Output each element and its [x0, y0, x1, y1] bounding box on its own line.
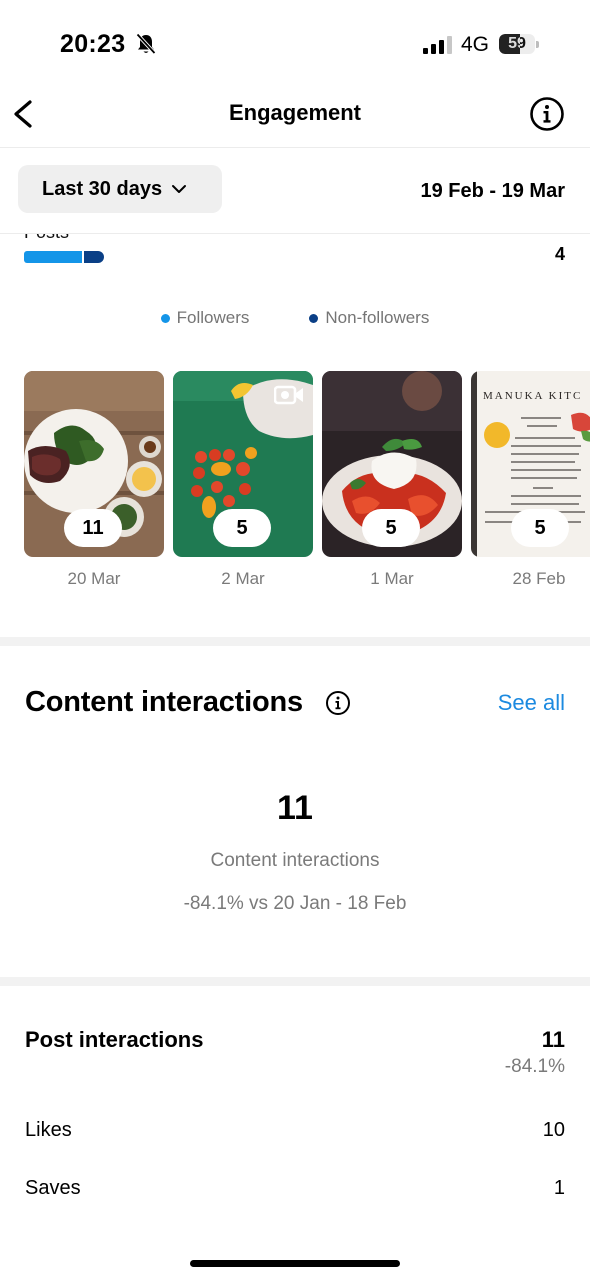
post-interactions-change: -84.1% — [504, 1056, 565, 1077]
post-date: 2 Mar — [221, 569, 265, 588]
legend-followers-label: Followers — [176, 308, 250, 327]
posts-value: 4 — [554, 244, 565, 264]
network-type: 4G — [461, 33, 490, 56]
content-interactions-title: Content interactions — [25, 686, 303, 718]
section-divider — [0, 977, 590, 986]
followers-dot-icon — [160, 313, 170, 323]
metric-row-label: Likes — [25, 1119, 72, 1141]
see-all-link[interactable]: See all — [498, 690, 565, 716]
reel-icon — [274, 385, 303, 405]
page-title: Engagement — [228, 100, 362, 125]
post-interaction-count: 11 — [64, 509, 122, 547]
date-range-text: 19 Feb - 19 Mar — [420, 180, 565, 202]
date-range-dropdown-label: Last 30 days — [42, 177, 163, 200]
content-interactions-total: 11 — [277, 789, 313, 827]
post-date: 20 Mar — [67, 569, 121, 588]
legend-non-followers-label: Non-followers — [325, 308, 430, 327]
metric-row-label: Saves — [25, 1177, 81, 1199]
cellular-signal-icon — [423, 36, 452, 54]
post-thumbnail[interactable]: 5 — [173, 371, 313, 557]
post-thumbnail[interactable]: 11 — [24, 371, 164, 557]
filter-row: Last 30 days 19 Feb - 19 Mar — [0, 148, 590, 234]
chevron-down-icon — [172, 185, 187, 193]
post-interactions-total: 11 — [541, 1027, 565, 1052]
section-divider — [0, 637, 590, 646]
status-time: 20:23 — [60, 30, 126, 58]
post-thumbnails: 11 5 5 MANUKA KITC 5 — [24, 371, 590, 557]
post-date: 1 Mar — [370, 569, 414, 588]
post-thumbnail[interactable]: MANUKA KITC 5 — [471, 371, 590, 557]
metric-row-value: 10 — [542, 1119, 565, 1141]
home-indicator[interactable] — [190, 1260, 400, 1267]
post-interaction-count: 5 — [511, 509, 569, 547]
battery-percentage: 59 — [508, 35, 526, 52]
date-range-dropdown[interactable]: Last 30 days — [18, 165, 222, 213]
post-interactions-title: Post interactions — [25, 1027, 204, 1052]
metric-row-value: 1 — [553, 1177, 565, 1199]
content-interactions-comparison: -84.1% vs 20 Jan - 18 Feb — [183, 893, 407, 914]
legend-followers: Followers — [160, 308, 250, 328]
posts-audience-bar — [24, 251, 104, 263]
bell-muted-icon — [136, 33, 156, 55]
info-icon[interactable] — [325, 690, 351, 716]
post-thumbnail[interactable]: 5 — [322, 371, 462, 557]
post-date: 28 Feb — [512, 569, 566, 588]
non-followers-dot-icon — [309, 313, 319, 323]
status-bar: 20:23 4G 59 — [0, 0, 590, 80]
svg-text:MANUKA KITC: MANUKA KITC — [483, 390, 582, 402]
followers-bar-segment — [24, 251, 83, 263]
legend-non-followers: Non-followers — [309, 308, 429, 328]
battery-icon: 59 — [499, 34, 539, 54]
info-icon[interactable] — [529, 96, 565, 132]
menu-heading-text: MANUKA KITC — [483, 390, 582, 402]
post-interaction-count: 5 — [213, 509, 271, 547]
content-interactions-label: Content interactions — [210, 850, 380, 871]
post-interaction-count: 5 — [362, 509, 420, 547]
nav-header: Engagement — [0, 80, 590, 148]
non-followers-bar-segment — [84, 251, 104, 263]
audience-legend: Followers Non-followers — [0, 308, 590, 328]
